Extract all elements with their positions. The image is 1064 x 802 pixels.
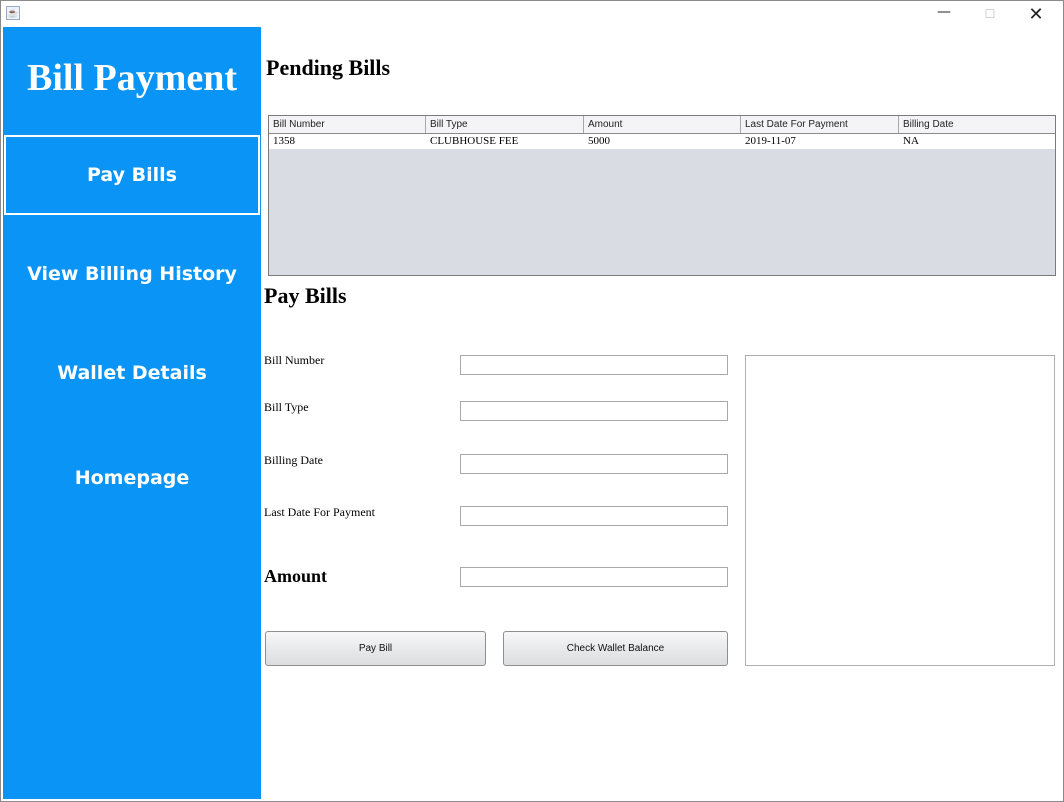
bill-type-field[interactable] [460, 401, 728, 421]
column-header-last-date[interactable]: Last Date For Payment [741, 116, 899, 133]
column-header-amount[interactable]: Amount [584, 116, 741, 133]
java-icon: ☕ [6, 6, 20, 20]
bill-number-label: Bill Number [264, 353, 325, 367]
amount-label: Amount [264, 566, 328, 586]
cell-bill-number: 1358 [273, 135, 295, 147]
column-header-billing-date[interactable]: Billing Date [899, 116, 1055, 133]
bill-type-label: Bill Type [264, 400, 309, 414]
sidebar-item-homepage[interactable]: Homepage [3, 458, 261, 498]
pay-bill-button[interactable]: Pay Bill [265, 631, 486, 666]
cell-last-date: 2019-11-07 [745, 135, 796, 147]
sidebar-item-pay-bills[interactable]: Pay Bills [4, 135, 260, 215]
pending-bills-table[interactable]: Bill Number Bill Type Amount Last Date F… [268, 115, 1056, 276]
table-row[interactable]: 1358 CLUBHOUSE FEE 5000 2019-11-07 NA [269, 134, 1055, 149]
last-date-field[interactable] [460, 506, 728, 526]
output-text-area[interactable] [745, 355, 1055, 666]
close-icon[interactable]: ✕ [1013, 1, 1059, 28]
cell-billing-date: NA [903, 135, 919, 147]
bill-number-field[interactable] [460, 355, 728, 375]
maximize-icon[interactable]: ☐ [967, 1, 1013, 28]
title-bar: ☕ — ☐ ✕ [1, 1, 1063, 28]
table-header: Bill Number Bill Type Amount Last Date F… [269, 116, 1055, 134]
pending-bills-title: Pending Bills [266, 55, 391, 80]
cell-bill-type: CLUBHOUSE FEE [430, 135, 519, 147]
app-brand-title: Bill Payment [26, 57, 238, 99]
pay-bills-title: Pay Bills [264, 283, 347, 308]
billing-date-label: Billing Date [264, 453, 323, 467]
check-wallet-balance-button[interactable]: Check Wallet Balance [503, 631, 728, 666]
sidebar-item-wallet-details[interactable]: Wallet Details [3, 353, 261, 393]
last-date-label: Last Date For Payment [264, 505, 375, 519]
sidebar-item-view-billing-history[interactable]: View Billing History [3, 254, 261, 294]
billing-date-field[interactable] [460, 454, 728, 474]
minimize-icon[interactable]: — [921, 1, 967, 28]
column-header-bill-type[interactable]: Bill Type [426, 116, 584, 133]
column-header-bill-number[interactable]: Bill Number [269, 116, 426, 133]
cell-amount: 5000 [588, 135, 610, 147]
sidebar: Bill Payment Pay Bills View Billing Hist… [3, 27, 261, 799]
amount-field[interactable] [460, 567, 728, 587]
